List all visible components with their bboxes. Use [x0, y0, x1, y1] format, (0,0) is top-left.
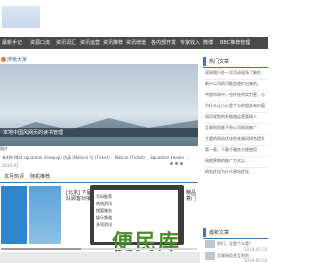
content-tabs: 本月热评 随机推荐 [0, 172, 198, 183]
divider [205, 145, 268, 146]
nav-item-4[interactable]: 资讯运营 [80, 37, 100, 49]
hot-article-item[interactable]: 为什么让小心是个与的相关有价值 [205, 103, 265, 109]
nav-item-1[interactable]: 最新手记 [2, 37, 22, 49]
recent-article-date: 2019-05-03 [244, 247, 268, 252]
recent-thumbnail[interactable] [205, 252, 215, 260]
recent-article-date: 2019-05-03 [244, 258, 268, 263]
tab-random[interactable]: 随机推荐 [30, 173, 50, 180]
header-band [0, 0, 268, 36]
divider [205, 90, 268, 91]
divider [203, 67, 268, 68]
section-marker [203, 57, 206, 66]
breadcrumb[interactable]: 搜索大家 [7, 56, 27, 63]
divider [205, 112, 268, 113]
phone-menu-item: 号码推荐 [96, 194, 112, 199]
nav-item-8[interactable]: 专家收入 [180, 37, 200, 49]
hot-article-item[interactable]: 中国市场中，也许经济实力更，与 [205, 92, 265, 98]
slider-dots[interactable] [170, 162, 183, 165]
recent-thumbnail[interactable] [205, 240, 215, 248]
location-icon [1, 57, 6, 62]
section-marker [203, 228, 206, 237]
phone-menu-item: 搜狐服务 [96, 208, 112, 213]
hot-articles-title: 热门文章 [209, 59, 230, 65]
hot-article-item[interactable]: 网站优化为什么网站优化... [205, 169, 253, 175]
hot-article-item[interactable]: 新兴公司的可能会使价出来的。 [205, 81, 261, 87]
hot-article-item[interactable]: 互联网思维下的公司网站推广 [205, 125, 257, 131]
nav-item-2[interactable]: 资源口流 [30, 37, 50, 49]
divider [205, 156, 268, 157]
site-logo[interactable] [2, 6, 40, 28]
recent-articles-title: 最新文章 [209, 230, 230, 236]
recent-articles-header: 最新文章 [203, 227, 268, 238]
slider-dot[interactable] [175, 162, 178, 165]
phone-menu-item: 多项资讯 [96, 222, 112, 227]
card-title[interactable]: 精品 着门 [186, 190, 200, 202]
nav-item-3[interactable]: 资讯词汇 [56, 37, 76, 49]
hot-article-item[interactable]: 主要的网站优化的关键词排名提升 [205, 136, 265, 142]
slider-dot[interactable] [170, 162, 173, 165]
nav-item-6[interactable]: 资讯增值 [126, 37, 146, 49]
hot-article-item[interactable]: 网页规划的外链路运营管理人 [205, 114, 257, 120]
hero-date: 2014.01 [2, 163, 19, 168]
card-thumbnail[interactable] [1, 186, 27, 244]
hero-caption-prefix: 图片 [0, 146, 8, 151]
nav-item-5[interactable]: 资讯推荐 [103, 37, 123, 49]
card-thumbnail[interactable] [29, 186, 61, 244]
divider [203, 238, 268, 239]
bottom-strip [0, 252, 200, 263]
hero-title[interactable]: 本地中国风网页的读书管理 [3, 129, 63, 136]
slider-dot[interactable] [180, 162, 183, 165]
phone-menu-item: 热线资讯 [96, 201, 112, 206]
hot-article-item[interactable]: 网络营销的推广方式以... [205, 158, 249, 164]
divider [205, 167, 268, 168]
nav-item-9[interactable]: 微博 [203, 37, 213, 49]
divider [205, 79, 268, 80]
carousel-scroll-thumb[interactable] [1, 248, 81, 250]
hero-description: 有4种 (Not squadron Unequip) 仿英 (Notice) 与… [2, 155, 190, 160]
divider [205, 101, 268, 102]
hot-article-item[interactable]: 第一版，下载于服务方便使用 [205, 147, 257, 153]
hot-articles-header: 热门文章 [203, 56, 268, 67]
phone-menu-item: 娱乐频道 [96, 215, 112, 220]
hot-article-item[interactable]: 双网络只办一次活动现场了解在 [205, 70, 261, 76]
hero-image-mountain [0, 118, 198, 146]
main-nav: 最新手记 资源口流 资讯词汇 资讯运营 资讯推荐 资讯增值 各内部开发 专家收入… [0, 37, 268, 49]
nav-item-10[interactable]: BBC推荐管理 [220, 37, 250, 49]
tab-monthly-hot[interactable]: 本月热评 [4, 173, 24, 180]
nav-item-7[interactable]: 各内部开发 [151, 37, 176, 49]
divider [205, 123, 268, 124]
divider [205, 134, 268, 135]
